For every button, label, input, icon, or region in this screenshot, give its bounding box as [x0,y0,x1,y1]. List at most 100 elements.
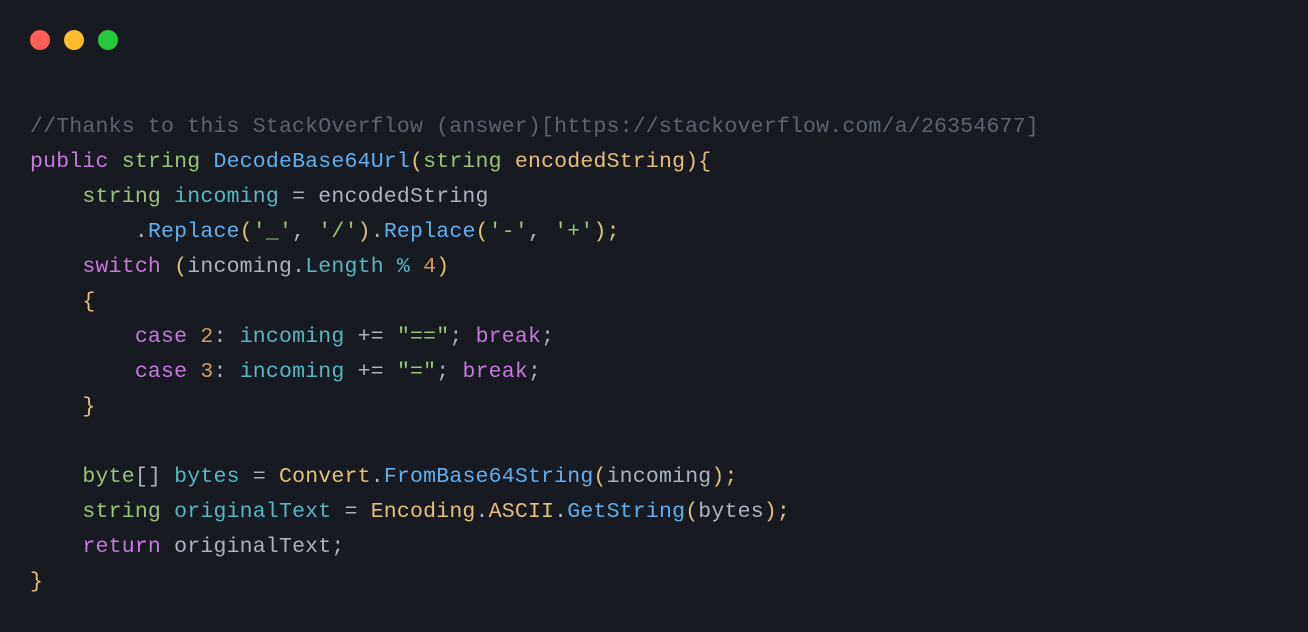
brace-end: } [30,570,43,594]
indent [30,185,82,209]
keyword-return: return [82,535,161,559]
var-originaltext: originalText [174,500,331,524]
var-incoming: incoming [240,360,345,384]
rhs: encodedString [318,185,488,209]
prop-length: Length [305,255,384,279]
mod-op: % [384,255,423,279]
comma: , [528,220,554,244]
type-byte: byte [82,465,134,489]
number: 3 [200,360,213,384]
rparen-semi: ); [764,500,790,524]
code-window: //Thanks to this StackOverflow (answer)[… [0,0,1308,632]
arg-bytes: bytes [698,500,764,524]
rparen-brace: ){ [685,150,711,174]
minimize-icon[interactable] [64,30,84,50]
arg-incoming: incoming [607,465,712,489]
type-string: string [82,185,161,209]
rparen-semi: ); [711,465,737,489]
keyword-break: break [462,360,528,384]
lparen: ( [685,500,698,524]
dot: . [135,220,148,244]
indent [30,325,135,349]
indent [30,500,82,524]
type-string: string [82,500,161,524]
space [161,500,174,524]
semi: ; [449,325,475,349]
dot: . [476,500,489,524]
string-literal: "==" [397,325,449,349]
dot: . [554,500,567,524]
code-block: //Thanks to this StackOverflow (answer)[… [30,110,1278,600]
keyword-public: public [30,150,109,174]
method-name: DecodeBase64Url [213,150,410,174]
brackets: [] [135,465,161,489]
comma: , [292,220,318,244]
semi: ; [436,360,462,384]
window-titlebar [30,30,118,50]
replace-call: Replace [384,220,476,244]
lparen: ( [410,150,423,174]
keyword-switch: switch [82,255,161,279]
rparen: ); [594,220,620,244]
op-plus-eq: += [345,325,397,349]
number: 2 [200,325,213,349]
space [161,255,174,279]
param-name: encodedString [515,150,685,174]
indent [30,395,82,419]
method-frombase64: FromBase64String [384,465,594,489]
space [187,325,200,349]
replace-call: Replace [148,220,240,244]
space [161,535,174,559]
class-convert: Convert [279,465,371,489]
char-literal: '+' [554,220,593,244]
op-plus-eq: += [345,360,397,384]
rparen: ) [358,220,371,244]
dot: . [371,465,384,489]
eq: = [240,465,279,489]
dot: . [292,255,305,279]
indent [30,290,82,314]
colon: : [213,325,239,349]
colon: : [213,360,239,384]
param-type: string [423,150,502,174]
lparen: ( [240,220,253,244]
indent [30,535,82,559]
eq: = [331,500,370,524]
keyword-case: case [135,360,187,384]
indent [30,465,82,489]
zoom-icon[interactable] [98,30,118,50]
string-literal: "=" [397,360,436,384]
char-literal: '-' [489,220,528,244]
prop-ascii: ASCII [489,500,555,524]
number: 4 [423,255,436,279]
class-encoding: Encoding [371,500,476,524]
lparen: ( [476,220,489,244]
var-incoming: incoming [240,325,345,349]
lparen: ( [593,465,606,489]
var-incoming: incoming [187,255,292,279]
indent [30,360,135,384]
var-bytes: bytes [174,465,240,489]
brace-close: } [82,395,95,419]
indent [30,220,135,244]
rparen: ) [436,255,449,279]
code-comment: //Thanks to this StackOverflow (answer)[… [30,115,1039,139]
semi: ; [331,535,344,559]
space [161,465,174,489]
char-literal: '/' [318,220,357,244]
close-icon[interactable] [30,30,50,50]
indent [30,255,82,279]
lparen: ( [174,255,187,279]
type-string: string [122,150,201,174]
method-getstring: GetString [567,500,685,524]
semi: ; [528,360,541,384]
keyword-case: case [135,325,187,349]
char-literal: '_' [253,220,292,244]
var-incoming: incoming [174,185,279,209]
eq: = [279,185,318,209]
keyword-break: break [476,325,542,349]
semi: ; [541,325,554,349]
brace-open: { [82,290,95,314]
space [187,360,200,384]
var-originaltext: originalText [174,535,331,559]
